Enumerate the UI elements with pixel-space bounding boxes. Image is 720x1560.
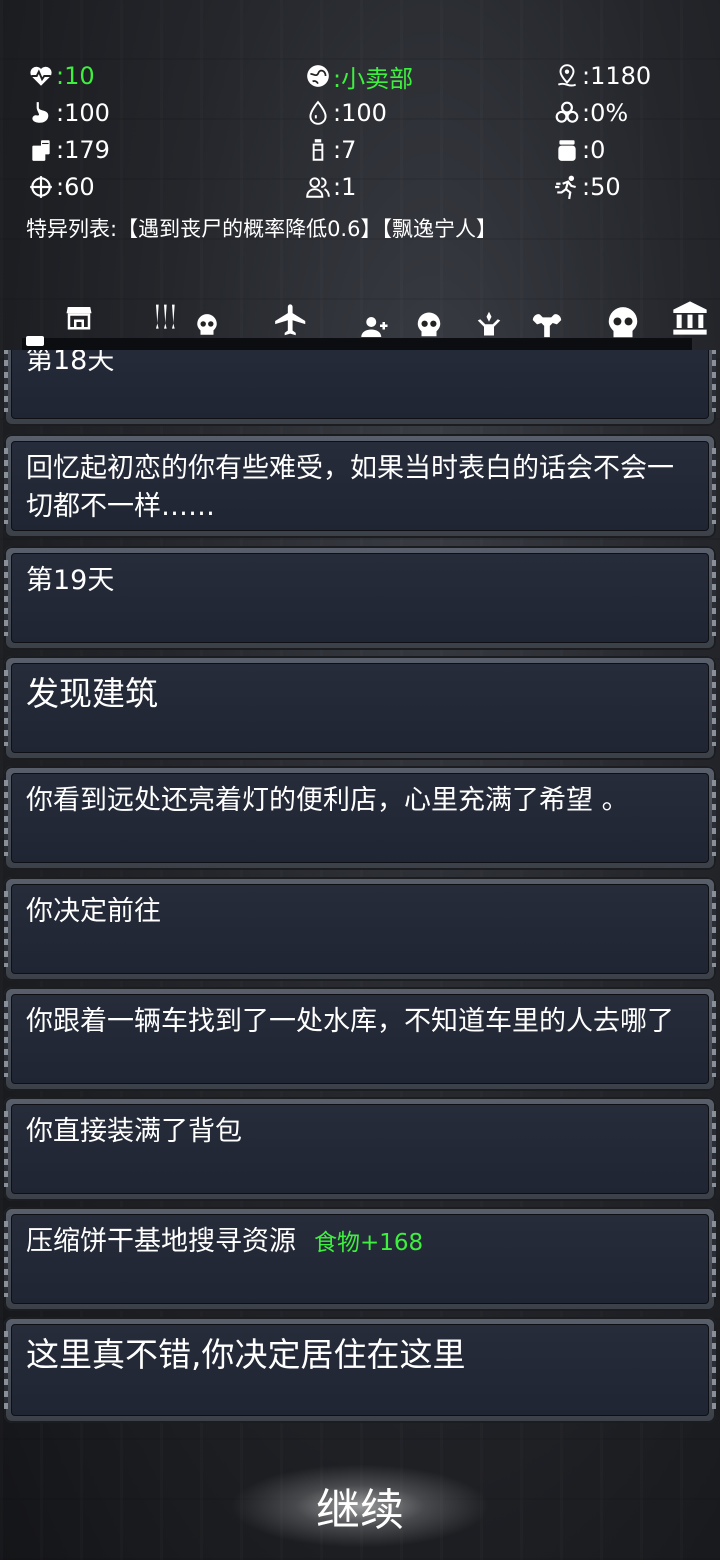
traits-list: 特异列表:【遇到丧尸的概率降低0.6】【飘逸宁人】 [26, 217, 497, 241]
jar-icon [552, 135, 582, 165]
bank-icon[interactable] [668, 298, 712, 338]
log-entry: 你跟着一辆车找到了一处水库，不知道车里的人去哪了 [4, 987, 716, 1091]
log-entry-text: 第18天 [11, 350, 709, 419]
log-entry: 你看到远处还亮着灯的便利店，心里充满了希望 。 [4, 766, 716, 870]
log-entry: 第18天 [4, 350, 716, 426]
log-entry-heading: 发现建筑 [11, 663, 709, 753]
skull-small-icon[interactable] [194, 312, 220, 338]
log-entry: 你决定前往 [4, 877, 716, 981]
weapons-icon[interactable] [148, 302, 180, 334]
log-entry-text: 你看到远处还亮着灯的便利店，心里充满了希望 。 [11, 773, 709, 863]
category-bar-track [22, 338, 692, 350]
people-icon [303, 172, 333, 202]
continue-button[interactable]: 继续 [230, 1464, 490, 1548]
infection-stat: :0% [552, 95, 628, 131]
people-stat: :1 [303, 169, 356, 205]
event-log[interactable]: 第18天 回忆起初恋的你有些难受，如果当时表白的话会不会一切都不一样…… 第19… [0, 350, 720, 1430]
water-stat: :100 [303, 95, 387, 131]
skull-large-icon[interactable] [604, 304, 642, 342]
drink-stat: :7 [303, 132, 356, 168]
skull-icon[interactable] [414, 310, 444, 340]
globe-pin-icon [303, 61, 333, 91]
heartbeat-icon [26, 61, 56, 91]
log-entry: 压缩饼干基地搜寻资源 食物+168 [4, 1207, 716, 1311]
stomach-stat: :100 [26, 95, 110, 131]
log-entry-text: 你决定前往 [11, 884, 709, 974]
food-stat: :179 [26, 132, 110, 168]
hands-icon[interactable] [474, 308, 504, 338]
runner-icon [552, 172, 582, 202]
log-entry: 回忆起初恋的你有些难受，如果当时表白的话会不会一切都不一样…… [4, 434, 716, 538]
airplane-icon[interactable] [272, 302, 310, 340]
crosshair-icon [26, 172, 56, 202]
log-entry: 你直接装满了背包 [4, 1097, 716, 1201]
map-pin-icon [552, 61, 582, 91]
log-entry-heading: 这里真不错,你决定居住在这里 [11, 1324, 709, 1416]
log-entry: 发现建筑 [4, 656, 716, 760]
food-can-icon [26, 135, 56, 165]
muscle-icon[interactable] [528, 306, 566, 340]
biohazard-icon [552, 98, 582, 128]
store-icon[interactable] [64, 302, 94, 332]
reward-label: 食物+168 [314, 1230, 424, 1256]
category-indicator [26, 336, 44, 346]
log-entry-text: 你直接装满了背包 [11, 1104, 709, 1194]
log-entry: 第19天 [4, 546, 716, 650]
distance-stat: :1180 [552, 58, 651, 94]
water-drop-icon [303, 98, 333, 128]
speed-stat: :50 [552, 169, 621, 205]
stomach-icon [26, 98, 56, 128]
accuracy-stat: :60 [26, 169, 95, 205]
status-panel: :10 :小卖部 :1180 :100 :100 :0% :179:7:0 … [0, 56, 720, 206]
log-entry: 这里真不错,你决定居住在这里 [4, 1317, 716, 1423]
log-entry-text: 第19天 [11, 553, 709, 643]
location-stat: :小卖部 [303, 58, 413, 94]
health-stat: :10 [26, 58, 95, 94]
bottle-icon [303, 135, 333, 165]
log-entry-text: 压缩饼干基地搜寻资源 食物+168 [11, 1214, 709, 1304]
log-entry-text: 回忆起初恋的你有些难受，如果当时表白的话会不会一切都不一样…… [11, 441, 709, 531]
log-entry-label: 压缩饼干基地搜寻资源 [26, 1226, 296, 1257]
log-entry-text: 你跟着一辆车找到了一处水库，不知道车里的人去哪了 [11, 994, 709, 1084]
medkit-stat: :0 [552, 132, 605, 168]
